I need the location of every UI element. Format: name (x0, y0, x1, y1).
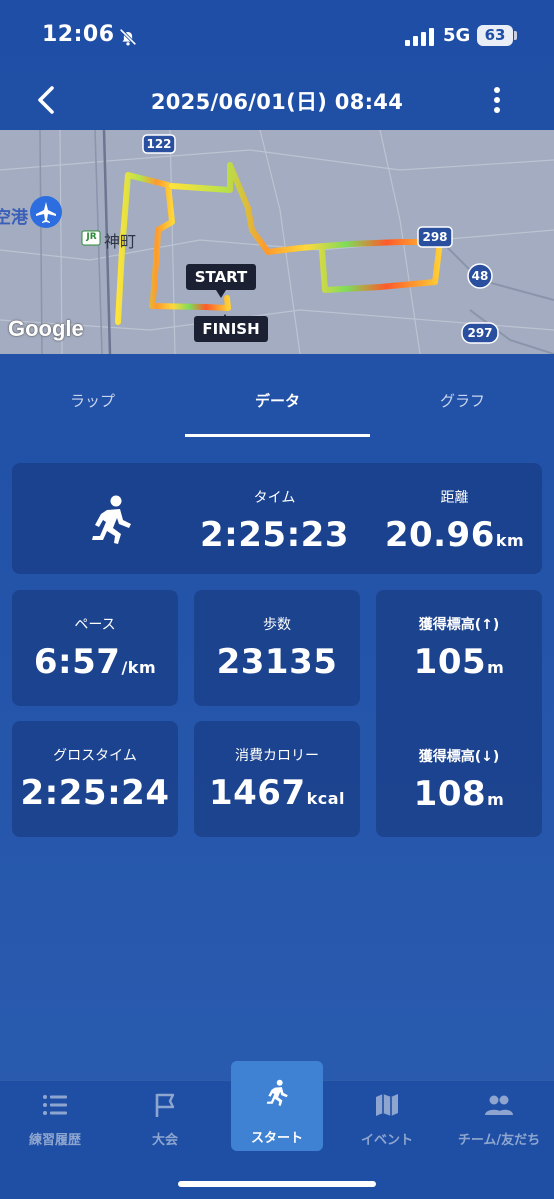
network-label: 5G (443, 25, 471, 46)
steps-label: 歩数 (263, 617, 291, 633)
more-vertical-icon[interactable] (482, 82, 512, 118)
list-icon (43, 1095, 67, 1115)
pace-value: 6:57/km (33, 642, 157, 682)
google-logo: Google (8, 316, 84, 341)
calories-unit: kcal (306, 789, 346, 808)
gross-time-card: グロスタイム 2:25:24 (12, 721, 178, 837)
time-label: タイム (253, 490, 296, 506)
nav-label-team-friends: チーム/友だち (457, 1133, 541, 1148)
nav-races[interactable]: 大会 (110, 1081, 220, 1161)
flag-icon (155, 1093, 175, 1117)
distance-unit: km (495, 531, 525, 550)
route-shield-297: 297 (467, 326, 493, 340)
route-shield-298: 298 (422, 230, 448, 244)
pace-unit: /km (121, 658, 157, 677)
map-label-airport: 空港 (0, 208, 28, 228)
tab-graph[interactable]: グラフ (370, 390, 554, 411)
header: 2025/06/01(日) 08:44 (0, 72, 554, 130)
tab-bar: ラップ データ グラフ (0, 354, 554, 440)
steps-value: 23135 (216, 642, 338, 682)
calories-value: 1467kcal (208, 773, 346, 813)
status-bar: 12:06 5G 63 (0, 0, 554, 72)
route-shield-48: 48 (471, 269, 489, 283)
nav-label-races: 大会 (151, 1133, 178, 1148)
pace-label: ペース (74, 617, 116, 633)
map-icon (376, 1094, 398, 1116)
signal-icon (405, 28, 434, 46)
tab-data[interactable]: データ (185, 390, 370, 411)
summary-card: タイム 2:25:23 距離 20.96km (12, 463, 542, 574)
nav-events[interactable]: イベント (332, 1081, 442, 1161)
steps-card: 歩数 23135 (194, 590, 360, 706)
elevation-gain-label: 獲得標高(↑) (418, 617, 500, 633)
nav-label-events: イベント (360, 1133, 413, 1148)
route-path (115, 162, 443, 325)
nav-start[interactable]: スタート (231, 1061, 323, 1151)
distance-value: 20.96km (384, 515, 525, 555)
pace-card: ペース 6:57/km (12, 590, 178, 706)
status-time: 12:06 (42, 22, 115, 47)
page-title: 2025/06/01(日) 08:44 (150, 90, 404, 114)
running-person-icon (92, 495, 131, 544)
battery-tip (514, 31, 517, 40)
battery-indicator: 63 (477, 25, 513, 46)
bell-slash-icon (119, 28, 137, 46)
map-jr-badge: JR (86, 232, 97, 242)
elevation-card: 獲得標高(↑) 105m 獲得標高(↓) 108m (376, 590, 542, 837)
people-icon (485, 1095, 513, 1115)
map-label-station: 神町 (104, 232, 137, 251)
elevation-loss-value: 108m (413, 774, 505, 814)
nav-team-friends[interactable]: チーム/友だち (444, 1081, 554, 1161)
nav-label-practice-history: 練習履歴 (28, 1133, 81, 1148)
elevation-gain-unit: m (487, 658, 505, 677)
route-shield-122: 122 (146, 137, 172, 151)
start-marker: START (194, 268, 248, 286)
calories-label: 消費カロリー (235, 748, 319, 764)
elevation-gain-value: 105m (413, 642, 505, 682)
tab-laps[interactable]: ラップ (0, 390, 185, 411)
nav-label-start: スタート (250, 1131, 303, 1146)
elevation-loss-label: 獲得標高(↓) (418, 749, 500, 765)
route-map[interactable]: 空港 JR 神町 122 298 48 297 START FINISH Goo… (0, 130, 554, 354)
calories-card: 消費カロリー 1467kcal (194, 721, 360, 837)
home-indicator (178, 1181, 376, 1187)
tab-active-indicator (185, 434, 370, 437)
gross-time-value: 2:25:24 (20, 773, 170, 813)
elevation-loss-unit: m (487, 790, 505, 809)
running-person-icon (266, 1079, 288, 1106)
time-value: 2:25:23 (200, 515, 349, 555)
distance-label: 距離 (440, 490, 469, 506)
finish-marker: FINISH (202, 320, 260, 338)
nav-practice-history[interactable]: 練習履歴 (0, 1081, 110, 1161)
gross-time-label: グロスタイム (53, 748, 137, 764)
